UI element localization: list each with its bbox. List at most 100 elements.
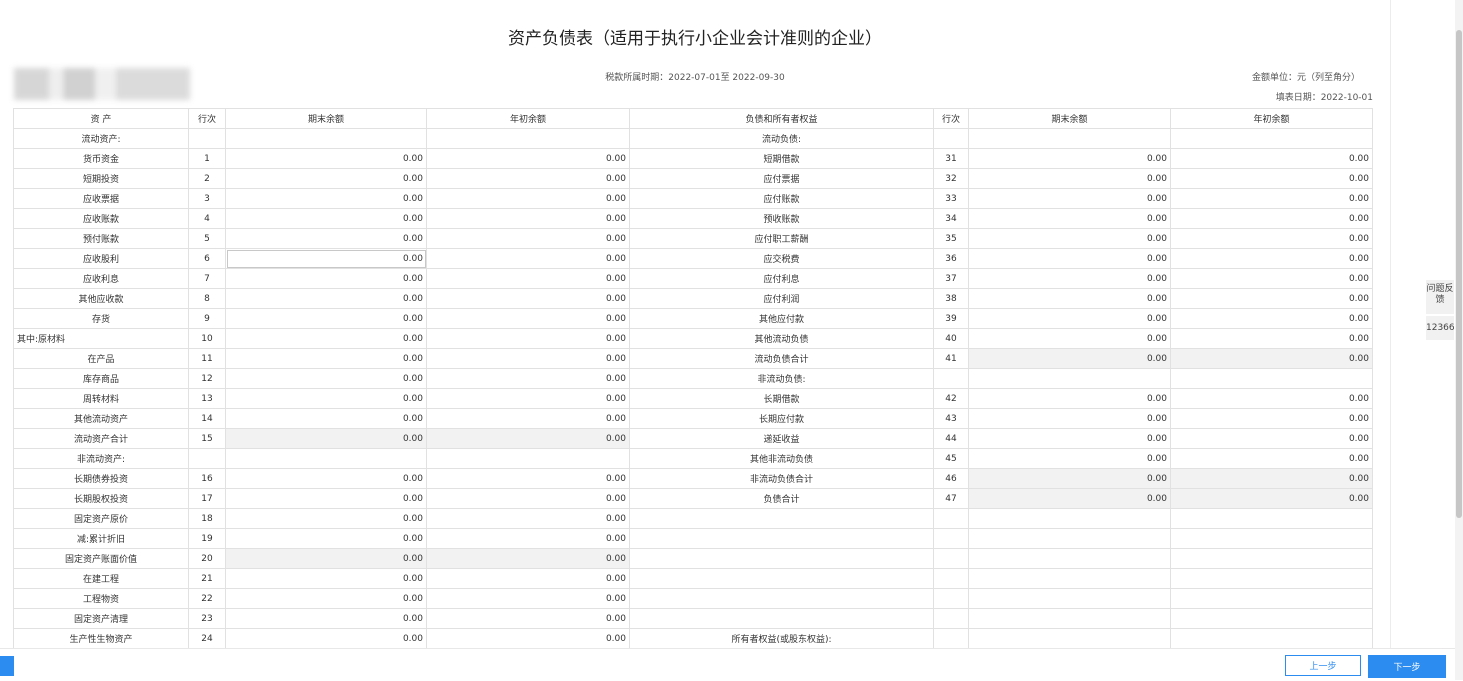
asset-begin-balance-cell[interactable]: 0.00 (426, 468, 630, 489)
asset-end-balance-cell[interactable]: 0.00 (225, 528, 427, 549)
asset-begin-balance-cell[interactable]: 0.00 (426, 408, 630, 429)
asset-end-balance-cell[interactable]: 0.00 (225, 248, 427, 269)
liability-line-no-cell: 34 (933, 208, 969, 229)
asset-begin-balance-cell[interactable]: 0.00 (426, 288, 630, 309)
asset-end-balance-cell[interactable]: 0.00 (225, 188, 427, 209)
asset-end-balance-cell[interactable]: 0.00 (225, 328, 427, 349)
liability-end-balance-cell[interactable]: 0.00 (968, 428, 1171, 449)
liability-name-cell: 非流动负债: (629, 368, 934, 389)
liability-begin-balance-cell[interactable]: 0.00 (1170, 188, 1373, 209)
asset-end-balance-cell[interactable]: 0.00 (225, 508, 427, 529)
asset-begin-balance-cell[interactable]: 0.00 (426, 168, 630, 189)
asset-end-balance-cell[interactable]: 0.00 (225, 308, 427, 329)
table-row: 短期投资 2 0.00 0.00 应付票据 32 0.00 0.00 (13, 168, 1373, 189)
liability-end-balance-cell[interactable]: 0.00 (968, 248, 1171, 269)
asset-name-cell: 减:累计折旧 (13, 528, 189, 549)
liability-begin-balance-cell (1170, 508, 1373, 529)
asset-end-balance-cell[interactable]: 0.00 (225, 408, 427, 429)
asset-begin-balance-cell[interactable]: 0.00 (426, 388, 630, 409)
liability-begin-balance-cell[interactable]: 0.00 (1170, 288, 1373, 309)
liability-end-balance-cell[interactable]: 0.00 (968, 408, 1171, 429)
asset-line-no-cell: 20 (188, 548, 226, 569)
liability-begin-balance-cell[interactable]: 0.00 (1170, 248, 1373, 269)
asset-end-balance-cell[interactable]: 0.00 (225, 628, 427, 649)
liability-end-balance-cell[interactable]: 0.00 (968, 168, 1171, 189)
asset-line-no-cell: 16 (188, 468, 226, 489)
liability-end-balance-cell[interactable]: 0.00 (968, 308, 1171, 329)
asset-end-balance-cell[interactable]: 0.00 (225, 568, 427, 589)
asset-begin-balance-cell[interactable]: 0.00 (426, 208, 630, 229)
asset-name-cell: 在产品 (13, 348, 189, 369)
asset-end-balance-cell[interactable]: 0.00 (225, 468, 427, 489)
liability-end-balance-cell[interactable]: 0.00 (968, 148, 1171, 169)
asset-end-balance-cell[interactable]: 0.00 (225, 208, 427, 229)
asset-begin-balance-cell[interactable]: 0.00 (426, 588, 630, 609)
asset-begin-balance-cell[interactable]: 0.00 (426, 368, 630, 389)
liability-begin-balance-cell[interactable]: 0.00 (1170, 408, 1373, 429)
liability-end-balance-cell[interactable]: 0.00 (968, 448, 1171, 469)
asset-end-balance-cell[interactable]: 0.00 (225, 388, 427, 409)
liability-begin-balance-cell[interactable]: 0.00 (1170, 428, 1373, 449)
liability-begin-balance-cell[interactable]: 0.00 (1170, 268, 1373, 289)
balance-sheet-table: 资 产 行次 期末余额 年初余额 负债和所有者权益 行次 期末余额 年初余额 流… (13, 108, 1373, 649)
liability-end-balance-cell[interactable]: 0.00 (968, 388, 1171, 409)
asset-end-balance-cell[interactable]: 0.00 (225, 368, 427, 389)
left-side-tab[interactable] (0, 656, 14, 676)
asset-begin-balance-cell[interactable]: 0.00 (426, 488, 630, 509)
liability-end-balance-cell[interactable]: 0.00 (968, 288, 1171, 309)
feedback-button[interactable]: 问题反馈 (1426, 280, 1454, 314)
table-row: 应收票据 3 0.00 0.00 应付账款 33 0.00 0.00 (13, 188, 1373, 209)
asset-end-balance-cell[interactable]: 0.00 (225, 228, 427, 249)
liability-begin-balance-cell (1170, 528, 1373, 549)
asset-line-no-cell: 1 (188, 148, 226, 169)
asset-begin-balance-cell[interactable]: 0.00 (426, 328, 630, 349)
asset-begin-balance-cell[interactable]: 0.00 (426, 528, 630, 549)
liability-end-balance-cell (968, 548, 1171, 569)
asset-end-balance-cell[interactable]: 0.00 (225, 148, 427, 169)
asset-end-balance-cell[interactable]: 0.00 (225, 168, 427, 189)
asset-begin-balance-cell[interactable]: 0.00 (426, 248, 630, 269)
liability-begin-balance-cell[interactable]: 0.00 (1170, 208, 1373, 229)
liability-end-balance-cell[interactable]: 0.00 (968, 188, 1171, 209)
liability-line-no-cell: 33 (933, 188, 969, 209)
asset-begin-balance-cell[interactable]: 0.00 (426, 628, 630, 649)
asset-end-balance-cell[interactable]: 0.00 (225, 268, 427, 289)
liability-begin-balance-cell[interactable]: 0.00 (1170, 448, 1373, 469)
liability-name-cell: 长期应付款 (629, 408, 934, 429)
header-end-balance-right: 期末余额 (968, 108, 1171, 129)
liability-begin-balance-cell[interactable]: 0.00 (1170, 148, 1373, 169)
asset-end-balance-cell[interactable]: 0.00 (225, 608, 427, 629)
asset-begin-balance-cell[interactable]: 0.00 (426, 228, 630, 249)
table-row: 生产性生物资产 24 0.00 0.00 所有者权益(或股东权益): (13, 628, 1373, 649)
liability-end-balance-cell[interactable]: 0.00 (968, 208, 1171, 229)
liability-begin-balance-cell[interactable]: 0.00 (1170, 388, 1373, 409)
hotline-button[interactable]: 12366 (1426, 316, 1455, 340)
asset-begin-balance-cell[interactable]: 0.00 (426, 348, 630, 369)
asset-name-cell: 应收票据 (13, 188, 189, 209)
liability-begin-balance-cell[interactable]: 0.00 (1170, 308, 1373, 329)
asset-line-no-cell: 22 (188, 588, 226, 609)
asset-end-balance-cell[interactable]: 0.00 (225, 588, 427, 609)
asset-begin-balance-cell[interactable]: 0.00 (426, 568, 630, 589)
liability-line-no-cell: 41 (933, 348, 969, 369)
liability-name-cell: 应交税费 (629, 248, 934, 269)
asset-begin-balance-cell[interactable]: 0.00 (426, 148, 630, 169)
asset-end-balance-cell[interactable]: 0.00 (225, 348, 427, 369)
asset-end-balance-cell[interactable]: 0.00 (225, 288, 427, 309)
liability-begin-balance-cell[interactable]: 0.00 (1170, 228, 1373, 249)
asset-begin-balance-cell[interactable]: 0.00 (426, 508, 630, 529)
liability-end-balance-cell[interactable]: 0.00 (968, 268, 1171, 289)
asset-begin-balance-cell[interactable]: 0.00 (426, 308, 630, 329)
asset-end-balance-cell[interactable]: 0.00 (225, 488, 427, 509)
liability-end-balance-cell[interactable]: 0.00 (968, 328, 1171, 349)
asset-begin-balance-cell[interactable]: 0.00 (426, 268, 630, 289)
liability-line-no-cell: 44 (933, 428, 969, 449)
next-step-button[interactable]: 下一步 (1368, 655, 1446, 678)
prev-step-button[interactable]: 上一步 (1285, 655, 1361, 676)
asset-begin-balance-cell[interactable]: 0.00 (426, 608, 630, 629)
asset-begin-balance-cell[interactable]: 0.00 (426, 188, 630, 209)
liability-begin-balance-cell[interactable]: 0.00 (1170, 328, 1373, 349)
scrollbar-thumb[interactable] (1456, 30, 1462, 518)
liability-begin-balance-cell[interactable]: 0.00 (1170, 168, 1373, 189)
liability-end-balance-cell[interactable]: 0.00 (968, 228, 1171, 249)
